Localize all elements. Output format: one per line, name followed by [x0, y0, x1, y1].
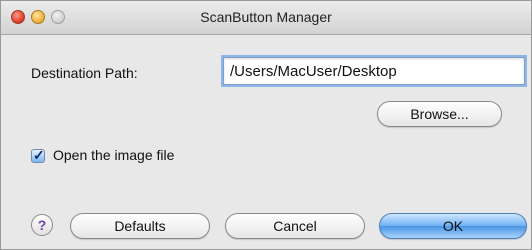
scanbutton-manager-window: ScanButton Manager Destination Path: Bro… [0, 0, 532, 250]
open-image-checkbox[interactable]: ✓ [31, 147, 45, 163]
defaults-button[interactable]: Defaults [70, 213, 210, 239]
open-image-label[interactable]: Open the image file [53, 147, 174, 163]
browse-button[interactable]: Browse... [377, 101, 502, 127]
destination-path-label: Destination Path: [31, 65, 138, 81]
cancel-button[interactable]: Cancel [225, 213, 365, 239]
destination-path-input[interactable] [223, 57, 525, 85]
title-bar: ScanButton Manager [1, 1, 531, 35]
window-title: ScanButton Manager [200, 9, 332, 25]
ok-button[interactable]: OK [379, 213, 527, 239]
checkmark-icon: ✓ [33, 147, 45, 163]
help-button[interactable]: ? [31, 214, 53, 236]
